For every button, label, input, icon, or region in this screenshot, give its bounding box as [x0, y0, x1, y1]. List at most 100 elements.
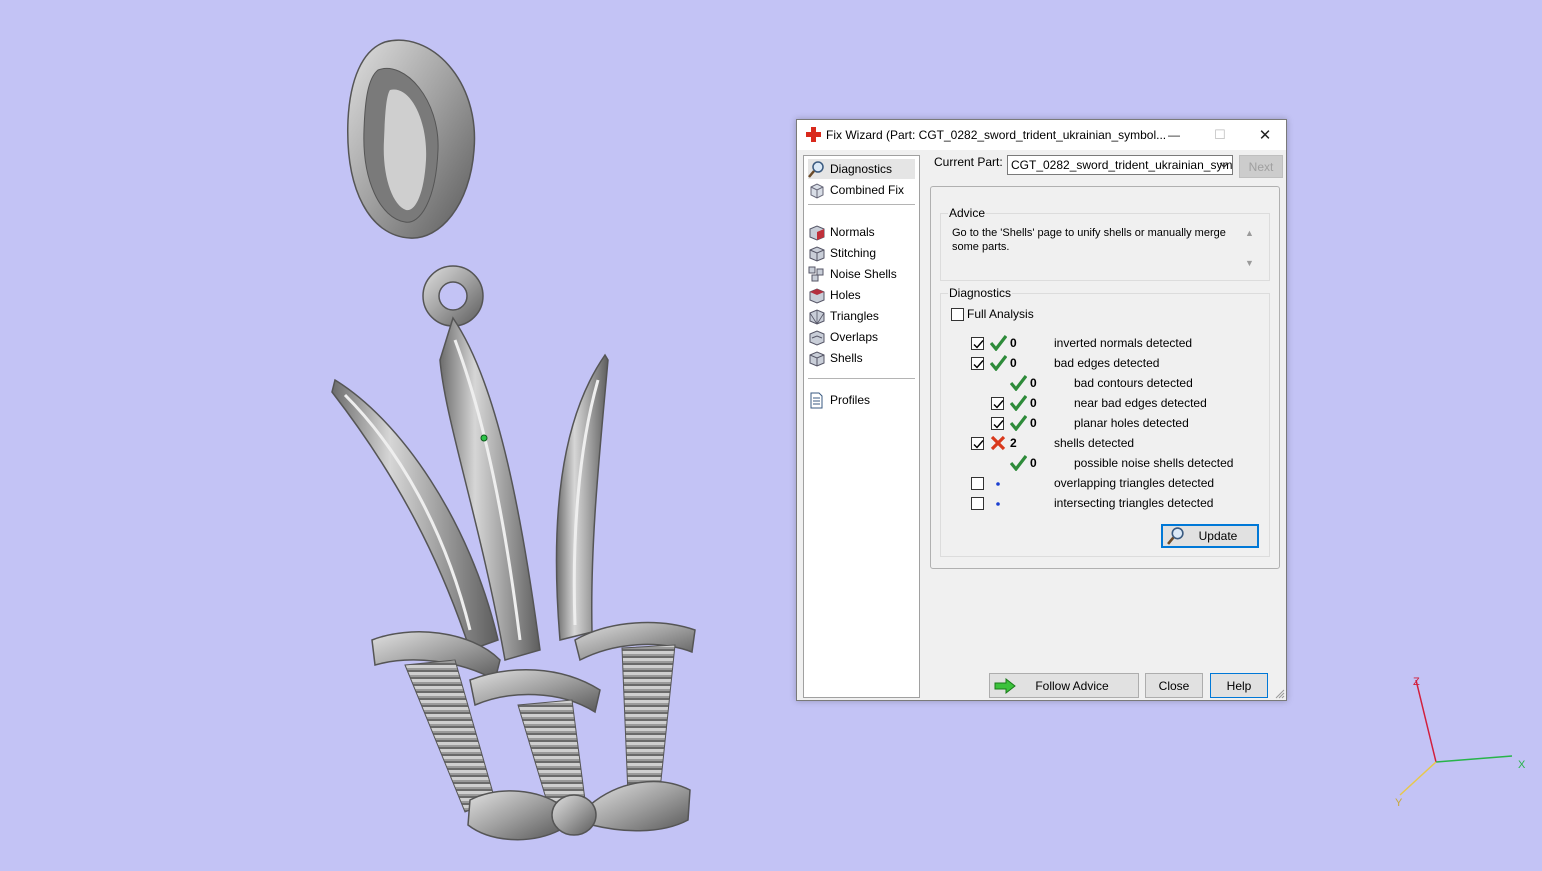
scroll-up-icon[interactable]: ▲: [1245, 228, 1254, 238]
scroll-down-icon[interactable]: ▼: [1245, 258, 1254, 268]
help-label: Help: [1226, 678, 1252, 693]
resize-grip-icon[interactable]: [1275, 689, 1285, 699]
check-ok-icon: [1010, 455, 1027, 471]
update-label: Update: [1198, 529, 1238, 543]
count-bad-contours: 0: [1030, 376, 1037, 390]
right-blade: [555, 353, 609, 641]
nav-item-diagnostics[interactable]: Diagnostics: [808, 159, 915, 179]
nav-item-profiles[interactable]: Profiles: [808, 390, 870, 410]
label-bad-contours: bad contours detected: [1074, 376, 1193, 390]
label-shells: shells detected: [1054, 436, 1135, 450]
close-window-button[interactable]: ✕: [1242, 120, 1288, 150]
magnifier-icon: [808, 160, 824, 178]
dialog-title: Fix Wizard (Part: CGT_0282_sword_trident…: [826, 128, 1167, 142]
nav-separator: [808, 204, 915, 205]
intersecting-triangles-checkbox[interactable]: [971, 497, 984, 510]
shells-icon: [809, 350, 825, 367]
nav-label: Normals: [830, 225, 875, 239]
pending-dot-icon: [996, 502, 1000, 506]
nav-item-combined-fix[interactable]: Combined Fix: [808, 180, 904, 200]
current-part-value: CGT_0282_sword_trident_ukrainian_symbol: [1011, 158, 1233, 172]
close-label: Close: [1158, 678, 1190, 693]
shells-checkbox[interactable]: [971, 437, 984, 450]
minimize-icon: —: [1168, 128, 1180, 142]
nav-item-triangles[interactable]: Triangles: [808, 306, 879, 326]
holes-icon: [809, 287, 825, 304]
check-ok-icon: [1010, 415, 1027, 431]
count-inverted-normals: 0: [1010, 336, 1017, 350]
arrow-right-icon: [994, 678, 1016, 694]
help-button[interactable]: Help: [1210, 673, 1268, 698]
3d-viewport[interactable]: Z X Y: [0, 0, 1542, 871]
bad-edges-checkbox[interactable]: [971, 357, 984, 370]
planar-holes-checkbox[interactable]: [991, 417, 1004, 430]
label-noise-shells: possible noise shells detected: [1074, 456, 1234, 470]
update-button[interactable]: Update: [1161, 524, 1259, 548]
axis-z-label: Z: [1413, 676, 1420, 688]
minimize-button[interactable]: —: [1151, 120, 1197, 150]
count-near-bad-edges: 0: [1030, 396, 1037, 410]
full-analysis-checkbox[interactable]: [951, 308, 964, 321]
count-bad-edges: 0: [1010, 356, 1017, 370]
diagnostics-title: Diagnostics: [948, 286, 1013, 300]
check-ok-icon: [990, 355, 1007, 371]
axis-triad: Z X Y: [1395, 676, 1526, 809]
error-x-icon: [990, 435, 1006, 451]
noise-shells-icon: [808, 266, 824, 281]
overlaps-icon: [809, 329, 825, 346]
red-cross-icon: [806, 127, 821, 142]
check-ok-icon: [990, 335, 1007, 351]
follow-advice-button[interactable]: Follow Advice: [989, 673, 1139, 698]
nav-item-noise-shells[interactable]: Noise Shells: [808, 264, 897, 284]
nav-label: Holes: [830, 288, 861, 302]
profiles-icon: [810, 392, 823, 408]
nav-item-normals[interactable]: Normals: [808, 222, 875, 242]
nav-label: Triangles: [830, 309, 879, 323]
title-bar[interactable]: Fix Wizard (Part: CGT_0282_sword_trident…: [797, 120, 1286, 150]
nav-label: Combined Fix: [830, 183, 905, 197]
fix-wizard-dialog: Fix Wizard (Part: CGT_0282_sword_trident…: [796, 119, 1287, 701]
nav-label: Noise Shells: [830, 267, 897, 281]
label-near-bad-edges: near bad edges detected: [1074, 396, 1207, 410]
next-button[interactable]: Next: [1239, 155, 1283, 178]
count-noise-shells: 0: [1030, 456, 1037, 470]
nav-item-shells[interactable]: Shells: [808, 348, 863, 368]
nav-item-holes[interactable]: Holes: [808, 285, 861, 305]
cube-icon: [810, 182, 824, 199]
nav-item-overlaps[interactable]: Overlaps: [808, 327, 878, 347]
label-intersecting-triangles: intersecting triangles detected: [1054, 496, 1214, 510]
near-bad-edges-checkbox[interactable]: [991, 397, 1004, 410]
nav-label: Diagnostics: [830, 162, 893, 176]
label-bad-edges: bad edges detected: [1054, 356, 1160, 370]
inverted-normals-checkbox[interactable]: [971, 337, 984, 350]
nav-label: Stitching: [830, 246, 877, 260]
close-icon: ✕: [1258, 127, 1272, 144]
label-inverted-normals: inverted normals detected: [1054, 336, 1193, 350]
label-planar-holes: planar holes detected: [1074, 416, 1189, 430]
full-analysis-label: Full Analysis: [967, 307, 1034, 321]
normals-icon: [809, 224, 825, 241]
maximize-button[interactable]: ☐: [1197, 120, 1243, 150]
pending-dot-icon: [996, 482, 1000, 486]
chevron-down-icon: [1219, 162, 1229, 168]
nav-separator: [808, 378, 915, 379]
count-planar-holes: 0: [1030, 416, 1037, 430]
current-part-label: Current Part:: [934, 155, 1003, 169]
current-part-dropdown[interactable]: CGT_0282_sword_trident_ukrainian_symbol: [1007, 155, 1233, 175]
overlapping-triangles-checkbox[interactable]: [971, 477, 984, 490]
label-overlapping-triangles: overlapping triangles detected: [1054, 476, 1215, 490]
check-ok-icon: [1010, 375, 1027, 391]
next-label: Next: [1248, 159, 1274, 174]
close-button[interactable]: Close: [1145, 673, 1203, 698]
nav-label: Profiles: [830, 393, 871, 407]
magnifier-icon: [1167, 527, 1184, 545]
maximize-icon: ☐: [1214, 127, 1226, 142]
advice-title: Advice: [948, 206, 987, 220]
stitching-icon: [809, 245, 825, 262]
bail-ring: [347, 39, 476, 239]
count-shells: 2: [1010, 436, 1017, 450]
nav-item-stitching[interactable]: Stitching: [808, 243, 876, 263]
check-ok-icon: [1010, 395, 1027, 411]
nav-label: Shells: [830, 351, 863, 365]
nav-label: Overlaps: [830, 330, 879, 344]
